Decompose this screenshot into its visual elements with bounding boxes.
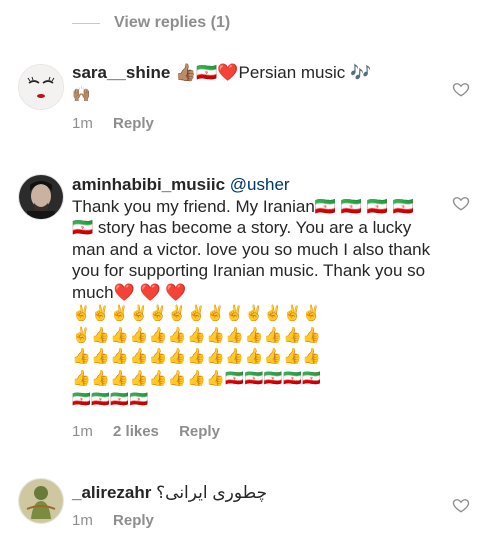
likes-count[interactable]: 2 likes [113, 423, 159, 440]
comment-meta: 1m Reply [72, 512, 432, 529]
avatar-face-image [19, 65, 63, 109]
comment-content: 👍🏽🇮🇷❤️Persian music 🎶 [175, 63, 372, 82]
reply-button[interactable]: Reply [179, 423, 220, 440]
comment-username[interactable]: aminhabibi_musiic [72, 175, 225, 194]
heart-outline-icon[interactable] [452, 496, 470, 514]
heart-outline-icon[interactable] [452, 194, 470, 212]
emoji-row: ✌️✌️✌️✌️✌️✌️✌️✌️✌️✌️✌️✌️✌️ [72, 304, 322, 322]
comment-username[interactable]: _alirezahr [72, 483, 151, 502]
reply-button[interactable]: Reply [113, 512, 154, 529]
comment-content: چطوری ایرانی؟ [156, 483, 268, 502]
comment-text: sara__shine 👍🏽🇮🇷❤️Persian music 🎶 [72, 62, 432, 84]
emoji-rows: ✌️✌️✌️✌️✌️✌️✌️✌️✌️✌️✌️✌️✌️ ✌️👍👍👍👍👍👍👍👍👍👍👍👍… [72, 303, 432, 411]
reply-button[interactable]: Reply [113, 115, 154, 132]
emoji-row: 👍👍👍👍👍👍👍👍👍👍👍👍👍 [72, 347, 322, 365]
comment-emoji-line: 🙌🏽 [72, 84, 92, 103]
comment-time: 1m [72, 115, 93, 132]
avatar[interactable] [18, 478, 64, 524]
emoji-row: ✌️👍👍👍👍👍👍👍👍👍👍👍👍 [72, 325, 322, 344]
emoji-row: 👍👍👍👍👍👍👍👍🇮🇷🇮🇷🇮🇷🇮🇷🇮🇷 [72, 368, 322, 387]
avatar[interactable] [18, 64, 64, 110]
comment-content: Thank you my friend. My Iranian🇮🇷 🇮🇷 🇮🇷 … [72, 196, 431, 302]
avatar-photo-image [19, 175, 63, 219]
emoji-row: 🇮🇷🇮🇷🇮🇷🇮🇷 [72, 390, 149, 408]
heart-outline-icon[interactable] [452, 80, 470, 98]
comment-text: aminhabibi_musiic @usher [72, 174, 432, 196]
comment-meta: 1m Reply [72, 115, 432, 132]
comment-body: aminhabibi_musiic @usher Thank you my fr… [72, 174, 432, 440]
replies-divider [72, 22, 100, 24]
comment-time: 1m [72, 422, 93, 440]
avatar[interactable] [18, 174, 64, 220]
comment-time: 1m [72, 511, 93, 529]
view-replies-row[interactable]: View replies (1) [72, 14, 230, 32]
avatar-drawing-image [19, 479, 63, 523]
mention-link[interactable]: @usher [230, 175, 290, 194]
comment-body: sara__shine 👍🏽🇮🇷❤️Persian music 🎶 🙌🏽 1m … [72, 62, 432, 132]
comment-meta: 1m 2 likes Reply [72, 423, 432, 440]
comment-body: _alirezahr چطوری ایرانی؟ 1m Reply [72, 482, 432, 529]
view-replies-link[interactable]: View replies (1) [114, 14, 230, 32]
comment-text: _alirezahr چطوری ایرانی؟ [72, 482, 432, 504]
comment-username[interactable]: sara__shine [72, 63, 170, 82]
